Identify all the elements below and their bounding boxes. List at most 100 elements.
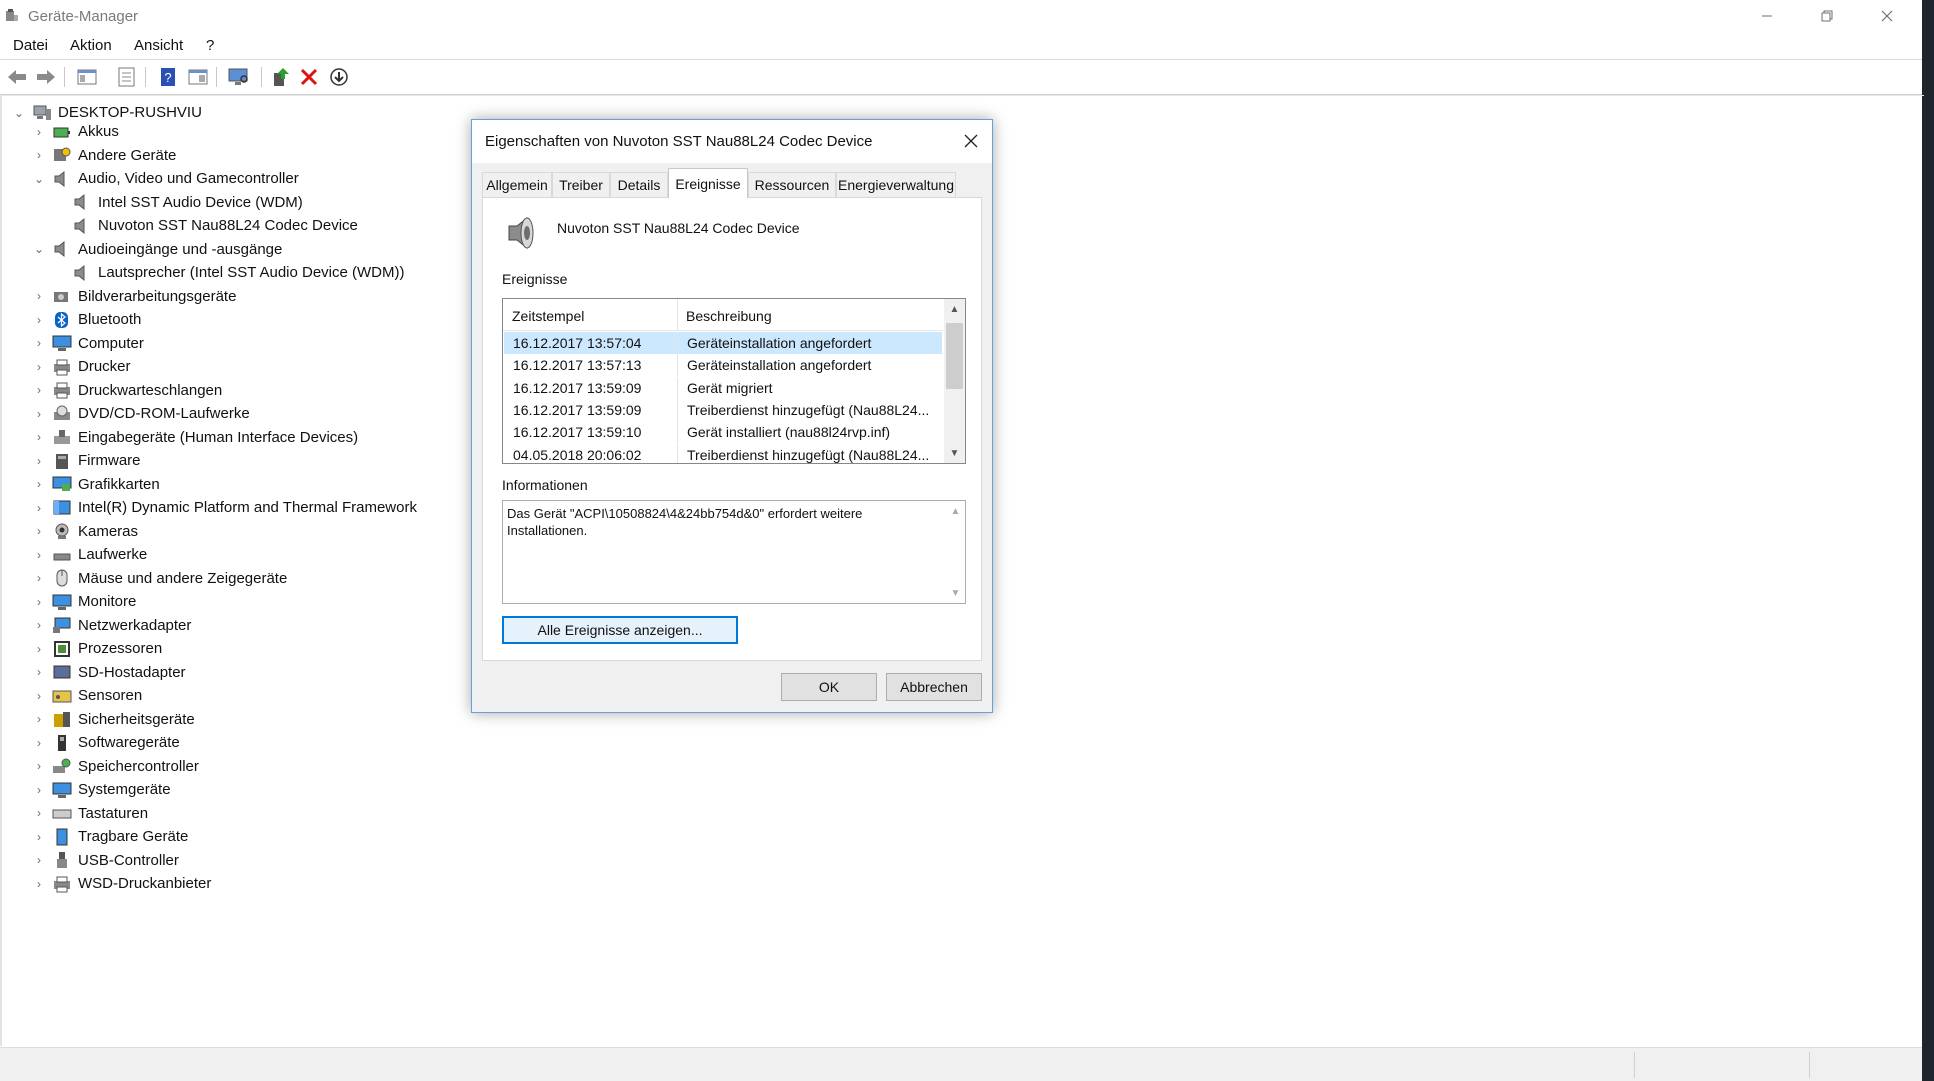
chevron-right-icon[interactable]: › xyxy=(32,501,46,515)
tree-category[interactable]: › SD-Hostadapter xyxy=(32,661,186,684)
tree-category[interactable]: › Tragbare Geräte xyxy=(32,825,188,848)
chevron-right-icon[interactable]: › xyxy=(32,595,46,609)
scroll-down-icon[interactable]: ▼ xyxy=(944,443,965,463)
tree-category[interactable]: › Systemgeräte xyxy=(32,778,171,801)
chevron-right-icon[interactable]: › xyxy=(32,759,46,773)
chevron-right-icon[interactable]: › xyxy=(32,665,46,679)
chevron-right-icon[interactable]: › xyxy=(32,454,46,468)
events-list[interactable]: Zeitstempel Beschreibung 16.12.2017 13:5… xyxy=(502,298,966,464)
chevron-right-icon[interactable]: › xyxy=(32,524,46,538)
chevron-down-icon[interactable]: ⌄ xyxy=(32,172,46,186)
chevron-right-icon[interactable]: › xyxy=(32,313,46,327)
info-textbox[interactable]: Das Gerät "ACPI\10508824\4&24bb754d&0" e… xyxy=(502,500,966,604)
scroll-up-icon[interactable]: ▲ xyxy=(945,501,966,521)
scroll-up-icon[interactable]: ▲ xyxy=(944,299,965,319)
cancel-button[interactable]: Abbrechen xyxy=(886,673,982,701)
uninstall-button[interactable] xyxy=(298,66,320,88)
chevron-right-icon[interactable]: › xyxy=(32,783,46,797)
table-row[interactable]: 16.12.2017 13:57:13 Geräteinstallation an… xyxy=(504,354,942,377)
dialog-close-button[interactable] xyxy=(954,125,988,157)
show-tree-button[interactable] xyxy=(76,66,98,88)
tree-category[interactable]: › Computer xyxy=(32,332,144,355)
tree-category[interactable]: › WSD-Druckanbieter xyxy=(32,872,211,895)
tree-device[interactable]: Intel SST Audio Device (WDM) xyxy=(52,191,303,214)
tree-category[interactable]: › Prozessoren xyxy=(32,637,162,660)
help-button[interactable]: ? xyxy=(157,66,179,88)
menu-datei[interactable]: Datei xyxy=(13,37,48,54)
tab-allgemein[interactable]: Allgemein xyxy=(482,172,552,197)
forward-button[interactable] xyxy=(35,66,57,88)
chevron-right-icon[interactable]: › xyxy=(32,877,46,891)
chevron-right-icon[interactable]: › xyxy=(32,477,46,491)
chevron-right-icon[interactable]: › xyxy=(32,571,46,585)
tree-device[interactable]: Nuvoton SST Nau88L24 Codec Device xyxy=(52,214,358,237)
info-scrollbar[interactable]: ▲ ▼ xyxy=(945,501,965,603)
table-row[interactable]: 16.12.2017 13:59:10 Gerät installiert (na… xyxy=(504,421,942,444)
scroll-thumb[interactable] xyxy=(946,323,963,389)
download-button[interactable] xyxy=(328,66,350,88)
chevron-right-icon[interactable]: › xyxy=(32,736,46,750)
tree-category[interactable]: › DVD/CD-ROM-Laufwerke xyxy=(32,402,250,425)
tree-category[interactable]: › Intel(R) Dynamic Platform and Thermal F… xyxy=(32,496,417,519)
chevron-right-icon[interactable]: › xyxy=(32,430,46,444)
chevron-down-icon[interactable]: ⌄ xyxy=(32,242,46,256)
table-row[interactable]: 16.12.2017 13:59:09 Treiberdienst hinzuge… xyxy=(504,398,942,421)
menu-ansicht[interactable]: Ansicht xyxy=(134,37,183,54)
tree-category[interactable]: › Kameras xyxy=(32,520,138,543)
tab-details[interactable]: Details xyxy=(610,172,668,197)
minimize-button[interactable] xyxy=(1737,0,1796,31)
tree-category[interactable]: › Andere Geräte xyxy=(32,144,176,167)
tree-category[interactable]: › Drucker xyxy=(32,355,131,378)
tree-category[interactable]: › USB-Controller xyxy=(32,849,179,872)
chevron-right-icon[interactable]: › xyxy=(32,336,46,350)
update-driver-button[interactable] xyxy=(270,66,292,88)
tree-category[interactable]: › Akkus xyxy=(32,120,119,143)
tree-category[interactable]: › Softwaregeräte xyxy=(32,731,180,754)
view-button[interactable] xyxy=(187,66,209,88)
tree-category[interactable]: › Netzwerkadapter xyxy=(32,614,191,637)
chevron-right-icon[interactable]: › xyxy=(32,642,46,656)
properties-button[interactable] xyxy=(116,66,138,88)
tab-ressourcen[interactable]: Ressourcen xyxy=(748,172,836,197)
chevron-right-icon[interactable]: › xyxy=(32,548,46,562)
menu-aktion[interactable]: Aktion xyxy=(70,37,112,54)
chevron-right-icon[interactable]: › xyxy=(32,830,46,844)
tree-category[interactable]: ⌄ Audioeingänge und -ausgänge xyxy=(32,238,282,261)
all-events-button[interactable]: Alle Ereignisse anzeigen... xyxy=(502,616,738,644)
chevron-right-icon[interactable]: › xyxy=(32,289,46,303)
tree-category[interactable]: › Mäuse und andere Zeigegeräte xyxy=(32,567,287,590)
chevron-right-icon[interactable]: › xyxy=(32,360,46,374)
scan-hardware-button[interactable] xyxy=(228,66,250,88)
menu-help[interactable]: ? xyxy=(206,37,214,54)
column-header-description[interactable]: Beschreibung xyxy=(686,308,772,324)
table-row[interactable]: 16.12.2017 13:57:04 Geräteinstallation an… xyxy=(504,332,942,354)
table-row[interactable]: 04.05.2018 20:06:02 Treiberdienst hinzuge… xyxy=(504,443,942,463)
tree-category[interactable]: › Grafikkarten xyxy=(32,473,160,496)
chevron-right-icon[interactable]: › xyxy=(32,125,46,139)
tree-category[interactable]: › Sicherheitsgeräte xyxy=(32,708,195,731)
tree-category[interactable]: › Eingabegeräte (Human Interface Devices) xyxy=(32,426,358,449)
tree-device[interactable]: Lautsprecher (Intel SST Audio Device (WD… xyxy=(52,261,405,284)
tree-category[interactable]: › Monitore xyxy=(32,590,136,613)
tree-category[interactable]: ⌄ Audio, Video und Gamecontroller xyxy=(32,167,299,190)
table-row[interactable]: 16.12.2017 13:59:09 Gerät migriert xyxy=(504,376,942,399)
back-button[interactable] xyxy=(6,66,28,88)
chevron-right-icon[interactable]: › xyxy=(32,148,46,162)
chevron-down-icon[interactable]: ⌄ xyxy=(12,106,26,120)
chevron-right-icon[interactable]: › xyxy=(32,806,46,820)
column-header-timestamp[interactable]: Zeitstempel xyxy=(512,308,584,324)
chevron-right-icon[interactable]: › xyxy=(32,407,46,421)
tree-category[interactable]: › Sensoren xyxy=(32,684,142,707)
tab-ereignisse[interactable]: Ereignisse xyxy=(668,168,748,198)
tree-category[interactable]: › Bildverarbeitungsgeräte xyxy=(32,285,236,308)
chevron-right-icon[interactable]: › xyxy=(32,853,46,867)
chevron-right-icon[interactable]: › xyxy=(32,618,46,632)
tree-category[interactable]: › Laufwerke xyxy=(32,543,147,566)
tab-treiber[interactable]: Treiber xyxy=(552,172,610,197)
events-scrollbar[interactable]: ▲ ▼ xyxy=(944,299,965,463)
chevron-right-icon[interactable]: › xyxy=(32,689,46,703)
tree-category[interactable]: › Bluetooth xyxy=(32,308,141,331)
tree-category[interactable]: › Druckwarteschlangen xyxy=(32,379,222,402)
tree-category[interactable]: › Speichercontroller xyxy=(32,755,199,778)
restore-button[interactable] xyxy=(1797,0,1856,31)
